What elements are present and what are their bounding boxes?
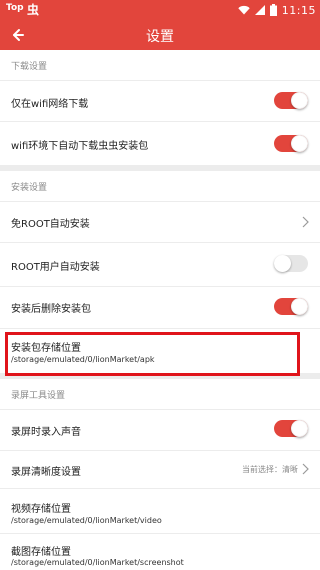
setting-row-no-root-install[interactable]: 免ROOT自动安装 — [0, 202, 320, 242]
wifi-only-toggle[interactable] — [274, 92, 308, 109]
section-label: 录屏工具设置 — [11, 391, 66, 401]
section-header-download: 下载设置 — [0, 50, 320, 80]
battery-icon — [269, 4, 277, 16]
status-time: 11:15 — [281, 3, 316, 17]
toggle-knob — [291, 92, 308, 109]
record-audio-toggle[interactable] — [274, 420, 308, 437]
setting-label: ROOT用户自动安装 — [11, 262, 100, 273]
toggle-knob — [291, 420, 308, 437]
bug-app-icon: 虫 — [27, 3, 40, 17]
setting-label: 录屏清晰度设置 — [11, 467, 81, 478]
setting-path: /storage/emulated/0/lionMarket/video — [11, 516, 162, 525]
setting-row-video-location[interactable]: 视频存储位置 /storage/emulated/0/lionMarket/vi… — [0, 489, 320, 533]
setting-row-screenshot-location[interactable]: 截图存储位置 /storage/emulated/0/lionMarket/sc… — [0, 534, 320, 570]
setting-row-root-install[interactable]: ROOT用户自动安装 — [0, 243, 320, 286]
setting-label: 视频存储位置 — [11, 504, 71, 515]
toggle-knob — [274, 255, 291, 272]
signal-icon — [254, 5, 265, 15]
setting-label: 免ROOT自动安装 — [11, 219, 90, 230]
setting-label: 仅在wifi网络下载 — [11, 99, 89, 110]
status-app-label: Top — [6, 3, 24, 13]
status-icons: 11:15 — [238, 2, 316, 18]
record-quality-value: 当前选择：清晰 — [242, 465, 298, 474]
highlight-box — [5, 332, 300, 376]
page-title: 设置 — [146, 29, 174, 45]
setting-label: 录屏时录入声音 — [11, 427, 81, 438]
setting-row-delete-after-install[interactable]: 安装后删除安装包 — [0, 287, 320, 328]
toggle-knob — [291, 298, 308, 315]
chevron-right-icon — [302, 216, 309, 228]
auto-download-toggle[interactable] — [274, 135, 308, 152]
setting-label: 截图存储位置 — [11, 547, 71, 558]
status-bar: Top 虫 11:15 — [0, 0, 320, 20]
setting-path: /storage/emulated/0/lionMarket/screensho… — [11, 558, 184, 567]
setting-label: 安装后删除安装包 — [11, 304, 91, 315]
chevron-right-icon — [302, 463, 309, 475]
section-label: 安装设置 — [11, 183, 48, 193]
setting-row-wifi-only[interactable]: 仅在wifi网络下载 — [0, 81, 320, 121]
toggle-knob — [291, 135, 308, 152]
section-header-install: 安装设置 — [0, 171, 320, 201]
setting-row-record-audio[interactable]: 录屏时录入声音 — [0, 410, 320, 450]
section-label: 下载设置 — [11, 62, 48, 72]
setting-label: wifi环境下自动下载虫虫安装包 — [11, 141, 149, 152]
setting-row-auto-download[interactable]: wifi环境下自动下载虫虫安装包 — [0, 122, 320, 165]
section-header-recording: 录屏工具设置 — [0, 379, 320, 409]
wifi-icon — [238, 5, 250, 15]
root-install-toggle[interactable] — [274, 255, 308, 272]
delete-after-install-toggle[interactable] — [274, 298, 308, 315]
setting-row-record-quality[interactable]: 录屏清晰度设置 当前选择：清晰 — [0, 451, 320, 488]
app-bar: 设置 — [0, 20, 320, 50]
